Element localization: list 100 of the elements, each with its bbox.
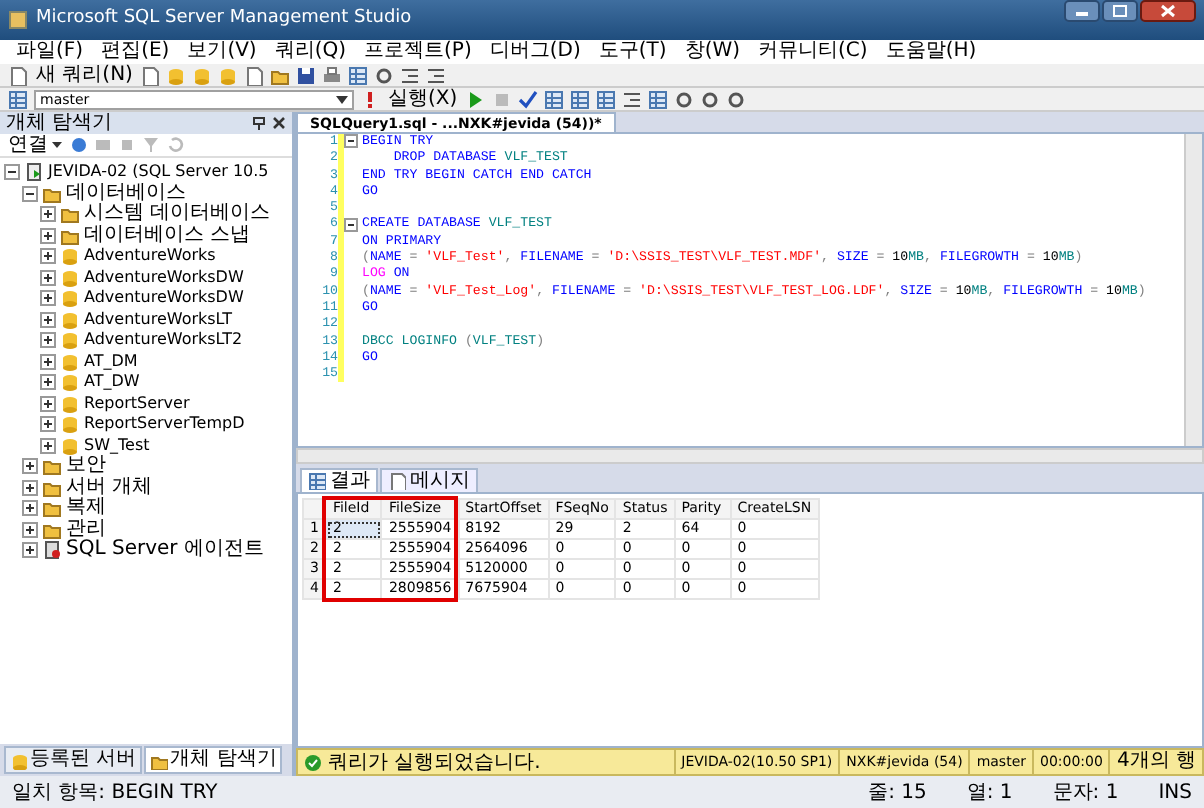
collapse-icon[interactable] [344,134,358,149]
caret-icon [52,142,62,148]
database-icon [60,288,80,309]
menu-item[interactable]: 창(W) [684,40,741,64]
folder-icon [42,477,62,498]
close-icon[interactable] [1140,0,1196,22]
expander-icon[interactable] [40,248,56,265]
execute-button[interactable]: 실행(X) [386,88,460,110]
menu-item[interactable]: 프로젝트(P) [364,40,472,64]
expander-icon[interactable] [40,206,56,223]
tree-item[interactable]: AdventureWorksLT [84,309,233,330]
status-text: 줄: 15 [868,779,927,807]
connect-button[interactable]: 연결 [6,134,64,156]
tree-item[interactable]: AdventureWorksDW [84,288,244,309]
expander-icon[interactable] [22,185,38,202]
tree-item[interactable]: AdventureWorksDW [84,267,244,288]
expander-icon[interactable] [22,521,38,538]
expander-icon[interactable] [22,542,38,559]
menu-item[interactable]: 디버그(D) [489,40,581,64]
tree-item[interactable]: AT_DW [84,372,140,393]
panel-tab[interactable]: 개체 탐색기 [144,746,283,774]
database-icon [60,372,80,393]
status-text: 4개의 행 [1108,750,1202,774]
tree-item[interactable]: SW_Test [84,435,150,456]
menu-item[interactable]: 쿼리(Q) [274,40,347,64]
new-query-button[interactable]: 새 쿼리(N) [34,64,135,86]
menu-item[interactable]: 도구(T) [598,40,667,64]
database-icon [60,309,80,330]
status-text: INS [1158,779,1192,807]
caret-icon [336,95,348,103]
tree-item[interactable]: 데이터베이스 스냅 [84,225,251,246]
tree-item[interactable]: SQL Server 에이전트 [66,540,264,561]
minimize-icon[interactable] [1064,0,1100,22]
grid-icon[interactable] [647,89,668,109]
indent-icon[interactable] [400,65,421,85]
expander-icon[interactable] [40,353,56,370]
tree-item[interactable]: 보안 [66,456,106,477]
menu-item[interactable]: 도움말(H) [885,40,977,64]
tree-item[interactable]: ReportServer [84,393,190,414]
tree-item[interactable]: 관리 [66,519,106,540]
expander-icon[interactable] [40,437,56,454]
scrollbar[interactable] [1184,134,1202,446]
database-icon [60,414,80,435]
grid-icon[interactable] [595,89,616,109]
menu-item[interactable]: 파일(F) [16,40,84,64]
agent-icon [42,540,62,561]
expander-icon[interactable] [4,164,20,181]
collapse-icon[interactable] [344,217,358,232]
expander-icon[interactable] [22,500,38,517]
menu-item[interactable]: 보기(V) [187,40,257,64]
tree-item[interactable]: AdventureWorks [84,246,216,267]
success-icon [304,753,322,771]
expander-icon[interactable] [40,374,56,391]
grid-icon[interactable] [348,65,369,85]
database-icon [60,246,80,267]
tree-item[interactable]: ReportServerTempD [84,414,245,435]
indent-icon[interactable] [621,89,642,109]
tree-item[interactable]: 복제 [66,498,106,519]
results-tab[interactable]: 결과 [300,468,378,492]
folder-icon [60,225,80,246]
tree-item[interactable]: 데이터베이스 [66,183,186,204]
expander-icon[interactable] [40,332,56,349]
expander-icon[interactable] [22,458,38,475]
expander-icon[interactable] [40,311,56,328]
status-text: 열: 1 [966,779,1013,807]
tree-item[interactable]: JEVIDA-02 (SQL Server 10.5 [48,162,269,183]
tree-item[interactable]: AT_DM [84,351,138,372]
print-icon[interactable] [322,65,343,85]
scrollbar[interactable] [296,448,1204,464]
panel-title: 개체 탐색기 [6,113,113,133]
maximize-icon[interactable] [1102,0,1138,22]
grid-icon[interactable] [569,89,590,109]
database-icon [60,351,80,372]
indent-icon[interactable] [426,65,447,85]
tree-item[interactable]: 서버 개체 [66,477,153,498]
database-icon [60,330,80,351]
menu-item[interactable]: 커뮤니티(C) [758,40,868,64]
pin-icon[interactable] [252,116,266,130]
folder-icon [42,456,62,477]
grid-icon[interactable] [543,89,564,109]
close-icon[interactable] [272,116,286,130]
grid-icon[interactable] [8,89,28,109]
check-icon[interactable] [517,89,538,109]
folder-icon [42,519,62,540]
expander-icon[interactable] [40,416,56,433]
expander-icon[interactable] [40,290,56,307]
results-tab[interactable]: 메시지 [380,468,478,492]
expander-icon[interactable] [22,479,38,496]
expander-icon[interactable] [40,269,56,286]
database-icon [60,267,80,288]
tree-item[interactable]: 시스템 데이터베이스 [84,204,271,225]
tree-item[interactable]: AdventureWorksLT2 [84,330,243,351]
database-icon [60,393,80,414]
expander-icon[interactable] [40,395,56,412]
app-icon [8,10,28,30]
folder-icon [60,204,80,225]
panel-tab[interactable]: 등록된 서버 [4,746,143,774]
menu-item[interactable]: 편집(E) [101,40,170,64]
save-icon[interactable] [296,65,317,85]
expander-icon[interactable] [40,227,56,244]
